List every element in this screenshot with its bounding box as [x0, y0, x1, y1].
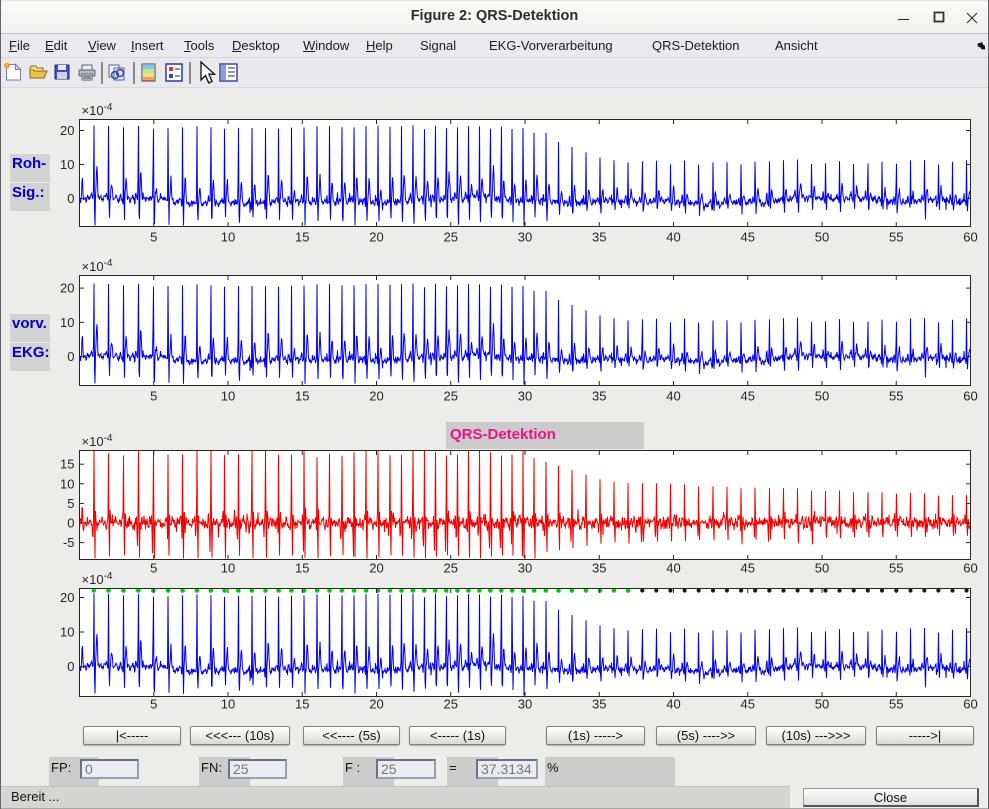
svg-text:10: 10	[60, 157, 74, 172]
svg-text:5: 5	[67, 496, 74, 511]
svg-text:10: 10	[221, 697, 235, 712]
svg-text:40: 40	[666, 230, 680, 245]
svg-text:0: 0	[67, 659, 74, 674]
svg-text:0: 0	[67, 516, 74, 531]
svg-text:30: 30	[518, 561, 532, 576]
svg-text:15: 15	[295, 389, 309, 404]
svg-text:35: 35	[592, 561, 606, 576]
svg-text:10: 10	[221, 389, 235, 404]
svg-text:40: 40	[666, 561, 680, 576]
svg-text:0: 0	[67, 191, 74, 206]
svg-text:55: 55	[889, 389, 903, 404]
svg-text:45: 45	[741, 230, 755, 245]
svg-text:×10-4: ×10-4	[82, 571, 113, 587]
svg-text:50: 50	[815, 389, 829, 404]
svg-text:5: 5	[150, 389, 157, 404]
svg-text:35: 35	[592, 697, 606, 712]
svg-text:15: 15	[295, 230, 309, 245]
svg-text:20: 20	[369, 697, 383, 712]
svg-text:20: 20	[60, 281, 74, 296]
svg-text:×10-4: ×10-4	[82, 433, 113, 449]
svg-text:15: 15	[295, 561, 309, 576]
svg-text:25: 25	[444, 697, 458, 712]
svg-text:5: 5	[150, 230, 157, 245]
svg-text:50: 50	[815, 561, 829, 576]
svg-text:35: 35	[592, 389, 606, 404]
svg-text:45: 45	[741, 389, 755, 404]
svg-text:50: 50	[815, 230, 829, 245]
svg-text:5: 5	[150, 697, 157, 712]
svg-text:25: 25	[444, 561, 458, 576]
svg-text:55: 55	[889, 697, 903, 712]
svg-text:5: 5	[150, 561, 157, 576]
svg-text:×10-4: ×10-4	[82, 102, 113, 118]
svg-text:60: 60	[963, 230, 977, 245]
svg-text:0: 0	[67, 349, 74, 364]
svg-text:60: 60	[963, 697, 977, 712]
svg-text:45: 45	[741, 561, 755, 576]
svg-text:55: 55	[889, 230, 903, 245]
svg-text:40: 40	[666, 697, 680, 712]
svg-text:40: 40	[666, 389, 680, 404]
svg-text:30: 30	[518, 230, 532, 245]
svg-text:45: 45	[741, 697, 755, 712]
svg-text:20: 20	[369, 389, 383, 404]
svg-text:20: 20	[60, 123, 74, 138]
svg-text:25: 25	[444, 389, 458, 404]
svg-text:25: 25	[444, 230, 458, 245]
svg-text:-5: -5	[63, 535, 75, 550]
svg-text:10: 10	[221, 561, 235, 576]
svg-text:50: 50	[815, 697, 829, 712]
svg-text:10: 10	[60, 315, 74, 330]
svg-text:60: 60	[963, 561, 977, 576]
svg-text:15: 15	[295, 697, 309, 712]
svg-text:10: 10	[60, 625, 74, 640]
svg-text:30: 30	[518, 697, 532, 712]
svg-text:30: 30	[518, 389, 532, 404]
svg-text:20: 20	[369, 230, 383, 245]
svg-text:20: 20	[60, 590, 74, 605]
svg-text:10: 10	[221, 230, 235, 245]
svg-text:×10-4: ×10-4	[82, 258, 113, 274]
svg-text:55: 55	[889, 561, 903, 576]
svg-text:10: 10	[60, 476, 74, 491]
svg-text:60: 60	[963, 389, 977, 404]
svg-text:20: 20	[369, 561, 383, 576]
svg-text:35: 35	[592, 230, 606, 245]
svg-text:15: 15	[60, 457, 74, 472]
